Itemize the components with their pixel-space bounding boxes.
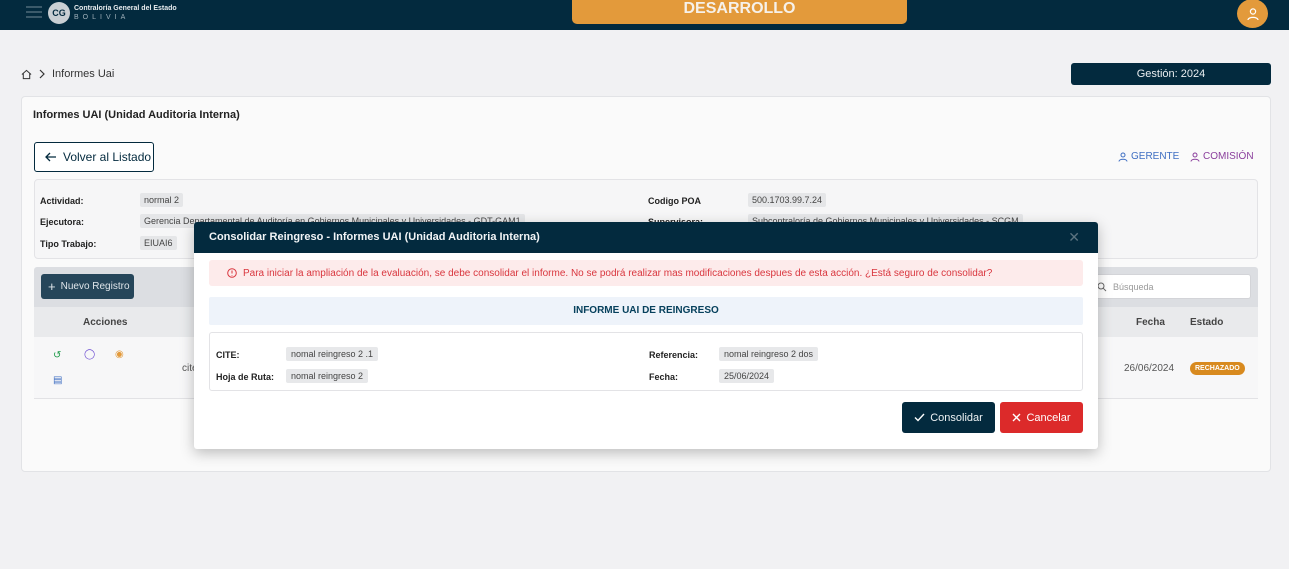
- hoja-ruta-value: nomal reingreso 2: [286, 369, 369, 383]
- alert-circle-icon: [227, 268, 237, 278]
- warning-alert: Para iniciar la ampliación de la evaluac…: [209, 260, 1083, 286]
- x-icon: [1012, 413, 1021, 422]
- close-icon[interactable]: ✕: [1068, 222, 1080, 253]
- informe-details: CITE: nomal reingreso 2 .1 Hoja de Ruta:…: [209, 332, 1083, 391]
- section-title: INFORME UAI DE REINGRESO: [209, 297, 1083, 325]
- consolidar-button[interactable]: Consolidar: [902, 402, 995, 433]
- dialog-title: Consolidar Reingreso - Informes UAI (Uni…: [209, 231, 540, 243]
- check-icon: [914, 413, 925, 422]
- referencia-value: nomal reingreso 2 dos: [719, 347, 819, 361]
- referencia-label: Referencia:: [649, 350, 699, 360]
- consolidar-label: Consolidar: [930, 411, 983, 424]
- consolidar-dialog: Consolidar Reingreso - Informes UAI (Uni…: [194, 222, 1098, 449]
- cancel-button[interactable]: Cancelar: [1000, 402, 1083, 433]
- alert-text: Para iniciar la ampliación de la evaluac…: [243, 267, 993, 279]
- cite-value: nomal reingreso 2 .1: [286, 347, 379, 361]
- fecha-value: 25/06/2024: [719, 369, 775, 383]
- cancel-label: Cancelar: [1026, 411, 1071, 424]
- fecha-label: Fecha:: [649, 372, 679, 382]
- dialog-header: Consolidar Reingreso - Informes UAI (Uni…: [194, 222, 1098, 253]
- cite-label: CITE:: [216, 350, 240, 360]
- hoja-ruta-label: Hoja de Ruta:: [216, 372, 275, 382]
